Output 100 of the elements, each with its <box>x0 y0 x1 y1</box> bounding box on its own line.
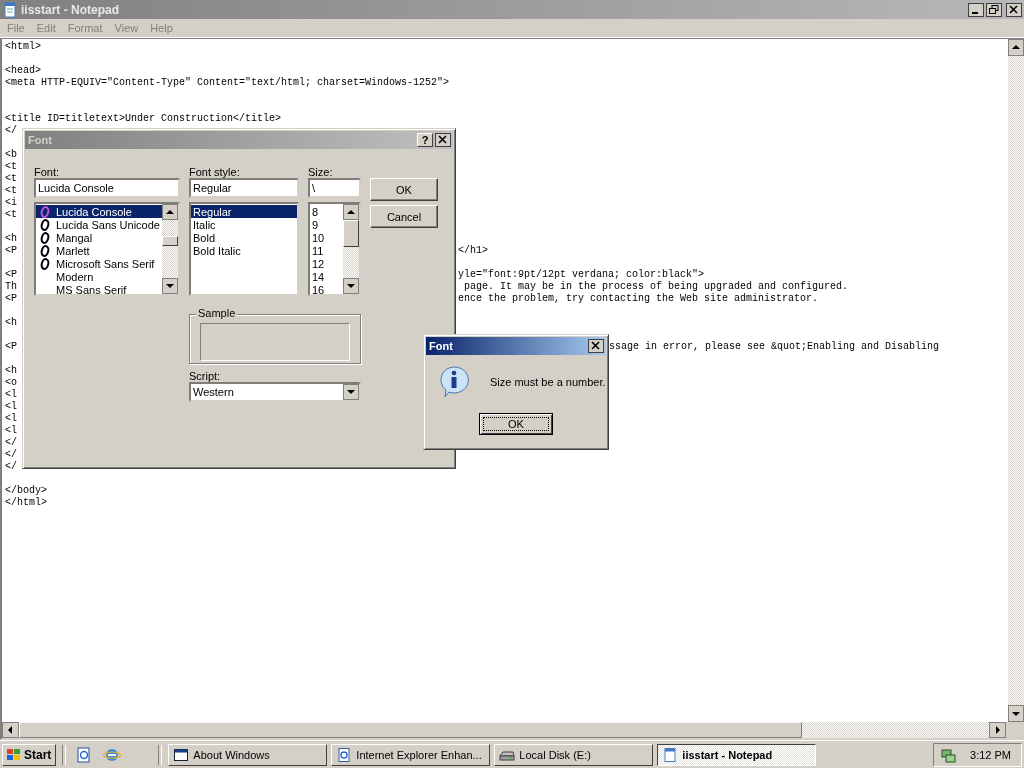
code-fragment: </ <box>5 461 17 472</box>
scroll-up-icon[interactable] <box>1008 39 1024 56</box>
group-label: Sample <box>196 307 238 319</box>
code-fragment: <l <box>5 413 17 424</box>
code-fragment: Th <box>5 281 17 292</box>
message-text: Size must be a number. <box>490 376 606 388</box>
list-item[interactable]: 11 <box>310 244 343 257</box>
code-fragment: <l <box>5 425 17 436</box>
code-line: <meta HTTP-EQUIV="Content-Type" Content="text/html; charset=Windows-1252"> <box>5 77 450 89</box>
scroll-thumb[interactable] <box>162 236 178 246</box>
list-item[interactable]: Italic <box>191 218 297 231</box>
field-label: Font: <box>34 166 61 178</box>
code-fragment: <t <box>5 209 17 220</box>
minimize-icon[interactable] <box>968 2 984 17</box>
list-item[interactable]: Bold <box>191 231 297 244</box>
code-fragment: <P <box>5 269 17 280</box>
list-item[interactable]: Lucida Sans Unicode <box>36 218 162 231</box>
document-icon <box>336 746 353 763</box>
code-fragment: <b <box>5 149 17 160</box>
code-fragment: <P <box>5 293 17 304</box>
dialog-title: Font <box>429 340 454 352</box>
code-fragment: <t <box>5 161 17 172</box>
notepad-icon <box>662 746 679 763</box>
notepad-icon <box>2 1 18 18</box>
code-fragment: </ <box>5 449 17 460</box>
scroll-left-icon[interactable] <box>2 722 19 738</box>
list-scrollbar[interactable] <box>343 204 359 294</box>
code-fragment: <h <box>5 233 17 244</box>
input-field[interactable]: Regular <box>189 178 299 198</box>
info-icon <box>437 365 471 399</box>
script-dropdown[interactable]: Western <box>189 382 361 402</box>
code-fragment: yle="font:9pt/12pt verdana; color:black"> <box>458 269 705 281</box>
list-item[interactable]: Marlett <box>36 244 162 257</box>
vertical-scrollbar[interactable] <box>1008 39 1024 722</box>
code-line: </body> <box>5 485 47 497</box>
horizontal-scrollbar[interactable] <box>2 722 1006 738</box>
window-title: iisstart - Notepad <box>21 2 120 17</box>
scroll-down-icon[interactable] <box>343 278 359 294</box>
field-label: Font style: <box>189 166 241 178</box>
list-item[interactable]: Microsoft Sans Serif <box>36 257 162 270</box>
code-fragment: <t <box>5 185 17 196</box>
list-item[interactable]: 8 <box>310 205 343 218</box>
code-fragment: page. It may be in the process of being upgraded and configured. <box>463 281 849 293</box>
close-icon[interactable] <box>435 133 451 147</box>
close-icon[interactable] <box>588 339 604 353</box>
code-fragment: <o <box>5 377 17 388</box>
scroll-up-icon[interactable] <box>343 204 359 220</box>
font-icon <box>38 218 52 231</box>
list-item[interactable]: 10 <box>310 231 343 244</box>
font-icon <box>38 231 52 244</box>
list-item[interactable]: Mangal <box>36 231 162 244</box>
scroll-thumb[interactable] <box>343 220 359 247</box>
code-fragment: <i <box>5 197 17 208</box>
field-label: Size: <box>308 166 334 178</box>
ok-button[interactable]: OK <box>370 178 438 201</box>
cancel-button[interactable]: Cancel <box>370 205 438 228</box>
list-scrollbar[interactable] <box>162 204 178 294</box>
code-line: <title ID=titletext>Under Construction</title> <box>5 113 282 125</box>
scroll-up-icon[interactable] <box>162 204 178 220</box>
list-item[interactable]: 12 <box>310 257 343 270</box>
list-item[interactable]: Regular <box>191 205 297 218</box>
code-line: <head> <box>5 65 41 77</box>
code-fragment: ssage in error, please see &quot;Enabling and Disabling <box>609 341 940 353</box>
input-field[interactable]: \ <box>308 178 361 198</box>
windows-flag-icon <box>7 748 21 761</box>
restore-icon[interactable] <box>986 2 1002 17</box>
scroll-right-icon[interactable] <box>989 722 1006 738</box>
code-fragment: <t <box>5 173 17 184</box>
taskbar-button[interactable]: iisstart - Notepad <box>657 743 817 766</box>
list-item[interactable]: 14 <box>310 270 343 283</box>
scroll-down-icon[interactable] <box>162 278 178 294</box>
list-item[interactable]: 16 <box>310 283 343 294</box>
field-label: Script: <box>189 370 222 382</box>
taskbar-button[interactable]: Local Disk (E:) <box>494 743 654 766</box>
list-item[interactable]: 9 <box>310 218 343 231</box>
list-item[interactable]: MS Sans Serif <box>36 283 162 294</box>
taskbar-button[interactable]: Internet Explorer Enhan... <box>331 743 491 766</box>
list-item[interactable]: Bold Italic <box>191 244 297 257</box>
code-fragment: </ <box>5 125 17 136</box>
font-icon <box>38 244 52 257</box>
input-field[interactable]: Lucida Console <box>34 178 180 198</box>
taskbar-button[interactable]: About Windows <box>168 743 328 766</box>
font-icon <box>38 205 52 218</box>
scroll-thumb[interactable] <box>19 722 802 738</box>
close-icon[interactable] <box>1006 2 1022 17</box>
scroll-down-icon[interactable] <box>1008 705 1024 722</box>
list-item[interactable]: Modern <box>36 270 162 283</box>
list-item[interactable]: Lucida Console <box>36 205 162 218</box>
code-fragment: <l <box>5 401 17 412</box>
help-button[interactable]: ? <box>417 133 433 147</box>
font-icon <box>38 257 52 270</box>
code-fragment: <l <box>5 389 17 400</box>
code-fragment: <h <box>5 317 17 328</box>
code-line: </html> <box>5 497 47 509</box>
start-button[interactable]: Start <box>2 743 57 766</box>
network-icon[interactable] <box>940 746 957 763</box>
clock: 3:12 PM <box>970 748 1011 761</box>
ok-button[interactable]: OK <box>479 413 553 435</box>
window-icon <box>173 746 190 763</box>
dialog-title: Font <box>28 134 53 146</box>
